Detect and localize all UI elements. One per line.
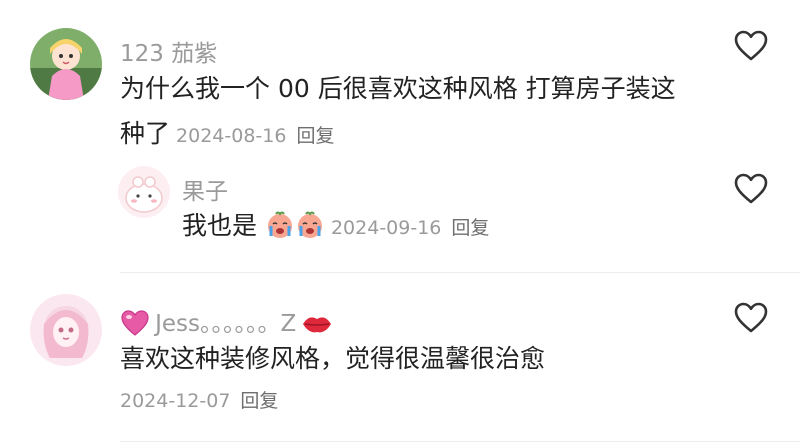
comment-item: Jess。。。。。。Z 喜欢这种装修风格，觉得很温馨很治愈 2024-12-07… (0, 280, 800, 444)
crying-emoji-icon (265, 210, 295, 252)
reply-text-body: 我也是 (182, 211, 258, 240)
comment-text-line: 为什么我一个 00 后很喜欢这种风格 打算房子装这 (120, 74, 676, 103)
crying-emoji-icon (295, 210, 325, 252)
like-heart-icon[interactable] (734, 302, 768, 334)
comment-date: 2024-08-16 (176, 125, 287, 147)
comment-item: 123 茄紫 为什么我一个 00 后很喜欢这种风格 打算房子装这 种了 2024-… (0, 0, 800, 260)
comment-username[interactable]: Jess。。。。。。Z (155, 311, 296, 337)
comment-username[interactable]: 123 茄紫 (120, 34, 217, 68)
avatar[interactable] (30, 294, 102, 366)
reply-button[interactable]: 回复 (240, 390, 278, 412)
comment-username-row[interactable]: Jess。。。。。。Z (120, 304, 333, 337)
avatar[interactable] (30, 28, 102, 100)
reply-button[interactable]: 回复 (451, 217, 489, 239)
divider (120, 441, 800, 442)
comment-meta: 2024-12-07 回复 (120, 386, 278, 413)
comment-text-tail: 种了 (120, 119, 171, 148)
like-heart-icon[interactable] (734, 30, 768, 62)
comment-text: 为什么我一个 00 后很喜欢这种风格 打算房子装这 种了 2024-08-16 回复 (120, 66, 720, 159)
avatar[interactable] (118, 166, 170, 218)
reply-username[interactable]: 果子 (182, 172, 228, 206)
reply-date: 2024-09-16 (330, 217, 442, 239)
comment-date: 2024-12-07 (120, 390, 231, 412)
divider (120, 272, 800, 273)
reply-text: 我也是 2024-09-16 回复 (182, 206, 742, 252)
reply-button[interactable]: 回复 (296, 125, 334, 147)
comment-text-line: 种了 2024-08-16 回复 (120, 111, 720, 159)
comment-text: 喜欢这种装修风格，觉得很温馨很治愈 (120, 344, 546, 373)
like-heart-icon[interactable] (734, 173, 768, 205)
